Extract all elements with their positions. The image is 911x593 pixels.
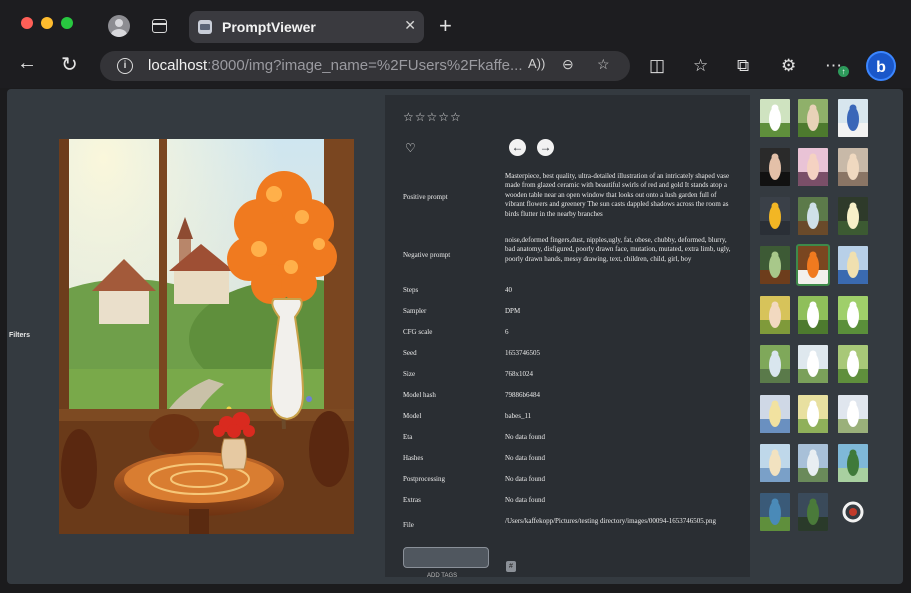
heart-outline-icon[interactable]: ♡ [405,141,416,155]
close-window-button[interactable] [21,17,33,29]
previous-image-button[interactable]: ← [509,139,526,156]
meta-value: No data found [505,454,546,462]
read-aloud-icon[interactable]: A)) [528,56,545,71]
update-available-icon: ↑ [838,66,849,77]
meta-key: File [403,521,414,529]
meta-value: 768x1024 [505,370,533,378]
split-screen-icon[interactable]: ◫ [649,56,665,76]
meta-key: Eta [403,433,413,441]
meta-key: Size [403,370,416,378]
meta-key: Postprocessing [403,475,445,483]
add-tags-label: ADD TAGS [427,573,458,579]
minimize-window-button[interactable] [41,17,53,29]
thumbnail-19[interactable] [760,395,790,433]
thumbnail-2[interactable] [798,99,828,137]
meta-value: babes_11 [505,412,532,420]
tab-promptviewer[interactable]: PromptViewer ✕ [189,11,424,43]
meta-key: Positive prompt [403,193,448,201]
meta-value: /Users/kaffekopp/Pictures/testing direct… [505,517,717,525]
tab-title: PromptViewer [222,19,316,35]
meta-value: 40 [505,286,512,294]
main-image [59,139,354,534]
thumbnail-8[interactable] [798,197,828,235]
metadata-panel: ☆☆☆☆☆ ♡ ← → Positive prompt Masterpiece,… [385,95,750,579]
thumbnail-23[interactable] [798,444,828,482]
meta-value: 6 [505,328,509,336]
meta-value: 1653746505 [505,349,540,357]
meta-key: Steps [403,286,419,294]
meta-key: CFG scale [403,328,433,336]
thumbnail-7[interactable] [760,197,790,235]
url-text: localhost:8000/img?image_name=%2FUsers%2… [148,57,523,74]
thumbnail-3[interactable] [838,99,868,137]
refresh-icon[interactable]: ↻ [61,52,78,77]
meta-value: No data found [505,475,546,483]
meta-value: No data found [505,433,546,441]
thumbnail-15[interactable] [838,296,868,334]
thumbnail-6[interactable] [838,148,868,186]
meta-value: 79886b6484 [505,391,540,399]
collections-icon[interactable]: ⧉ [737,56,749,76]
meta-value: noise,deformed fingers,dust, nipples,ugl… [505,236,731,263]
next-image-button[interactable]: → [537,139,554,156]
meta-value: DPM [505,307,521,315]
thumbnail-5[interactable] [798,148,828,186]
thumbnail-18[interactable] [838,345,868,383]
thumbnail-16[interactable] [760,345,790,383]
back-icon[interactable]: ← [17,52,37,75]
profile-avatar-icon[interactable] [108,15,130,37]
bing-copilot-button[interactable]: b [866,51,896,81]
main-image-illustration [59,139,354,534]
thumbnail-11[interactable] [796,244,830,286]
new-tab-button[interactable]: + [439,13,452,39]
zoom-out-icon[interactable]: ⊖ [562,56,574,73]
thumbnail-22[interactable] [760,444,790,482]
thumbnail-13[interactable] [760,296,790,334]
address-bar[interactable]: i localhost:8000/img?image_name=%2FUsers… [100,51,630,81]
meta-key: Extras [403,496,421,504]
thumbnail-12[interactable] [838,246,868,284]
filters-toggle[interactable]: Filters [9,332,30,339]
add-favorite-icon[interactable]: ☆ [597,56,610,73]
thumbnail-20[interactable] [798,395,828,433]
thumbnail-14[interactable] [798,296,828,334]
meta-key: Model [403,412,422,420]
thumbnail-1[interactable] [760,99,790,137]
thumbnail-24[interactable] [838,444,868,482]
meta-key: Hashes [403,454,424,462]
tab-actions-icon[interactable] [152,19,167,33]
tab-close-icon[interactable]: ✕ [404,17,416,34]
meta-key: Seed [403,349,417,357]
thumbnail-21[interactable] [838,395,868,433]
add-tag-button[interactable]: # [506,561,516,572]
thumbnail-10[interactable] [760,246,790,284]
browser-toolbar: ← ↻ i localhost:8000/img?image_name=%2FU… [0,50,911,88]
window-titlebar: PromptViewer ✕ + [0,0,911,50]
thumbnail-25[interactable] [760,493,790,531]
meta-key: Negative prompt [403,251,451,259]
favorites-icon[interactable]: ☆ [693,56,708,76]
meta-value: No data found [505,496,546,504]
site-info-icon[interactable]: i [117,58,133,74]
thumbnail-27[interactable] [838,493,868,531]
maximize-window-button[interactable] [61,17,73,29]
thumbnail-17[interactable] [798,345,828,383]
rating-stars[interactable]: ☆☆☆☆☆ [403,110,462,124]
page-content: Filters ☆☆☆☆☆ ♡ ← → Positive prompt Mast… [7,89,903,584]
meta-key: Sampler [403,307,427,315]
meta-key: Model hash [403,391,436,399]
extensions-icon[interactable]: ⚙ [781,56,796,76]
meta-value: Masterpiece, best quality, ultra-detaile… [505,172,730,218]
thumbnail-26[interactable] [798,493,828,531]
tab-favicon-icon [198,20,212,34]
thumbnail-9[interactable] [838,197,868,235]
tag-input[interactable] [403,547,489,568]
thumbnail-4[interactable] [760,148,790,186]
